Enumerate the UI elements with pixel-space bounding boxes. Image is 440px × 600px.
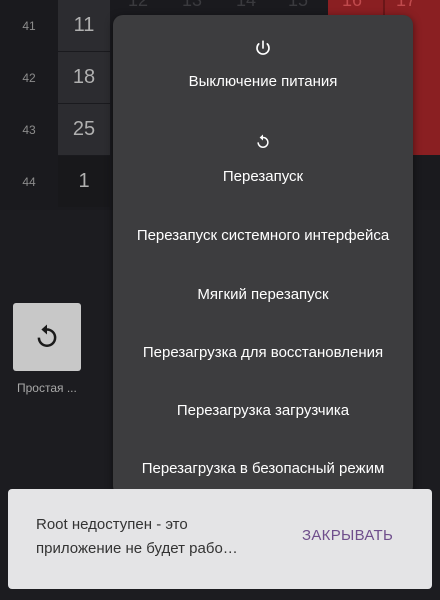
restart-icon	[257, 134, 269, 148]
power-menu: Выключение питания Перезапуск Перезапуск…	[113, 15, 413, 496]
week-number: 42	[22, 71, 36, 85]
menu-item-restart-systemui[interactable]: Перезапуск системного интерфейса	[113, 227, 413, 244]
snackbar-close-button[interactable]: ЗАКРЫВАТЬ	[302, 527, 393, 544]
menu-item-reboot-recovery[interactable]: Перезагрузка для восстановления	[113, 344, 413, 361]
menu-item-soft-reboot[interactable]: Мягкий перезапуск	[113, 286, 413, 303]
menu-item-reboot-safe-mode[interactable]: Перезагрузка в безопасный режим	[113, 460, 413, 477]
week-number: 44	[22, 175, 36, 189]
snackbar-message-line: приложение не будет рабо…	[36, 540, 238, 557]
calendar-day-cell[interactable]: 1	[58, 156, 110, 207]
menu-item-power-off[interactable]: Выключение питания	[113, 73, 413, 90]
snackbar-message: Root недоступен - это приложение не буде…	[36, 513, 286, 561]
widget-label: Простая ...	[17, 381, 77, 395]
quick-restart-widget[interactable]	[13, 303, 81, 371]
menu-item-reboot-bootloader[interactable]: Перезагрузка загрузчика	[113, 402, 413, 419]
power-icon	[256, 40, 270, 55]
snackbar-message-line: Root недоступен - это	[36, 516, 188, 533]
calendar-day-cell[interactable]: 25	[58, 104, 110, 155]
restart-icon	[37, 324, 57, 347]
week-number: 43	[22, 123, 36, 137]
week-number: 41	[22, 19, 36, 33]
root-unavailable-snackbar: Root недоступен - это приложение не буде…	[8, 489, 432, 589]
calendar-day-cell[interactable]: 18	[58, 52, 110, 103]
menu-item-restart[interactable]: Перезапуск	[113, 168, 413, 185]
calendar-day-cell[interactable]: 11	[58, 0, 110, 51]
